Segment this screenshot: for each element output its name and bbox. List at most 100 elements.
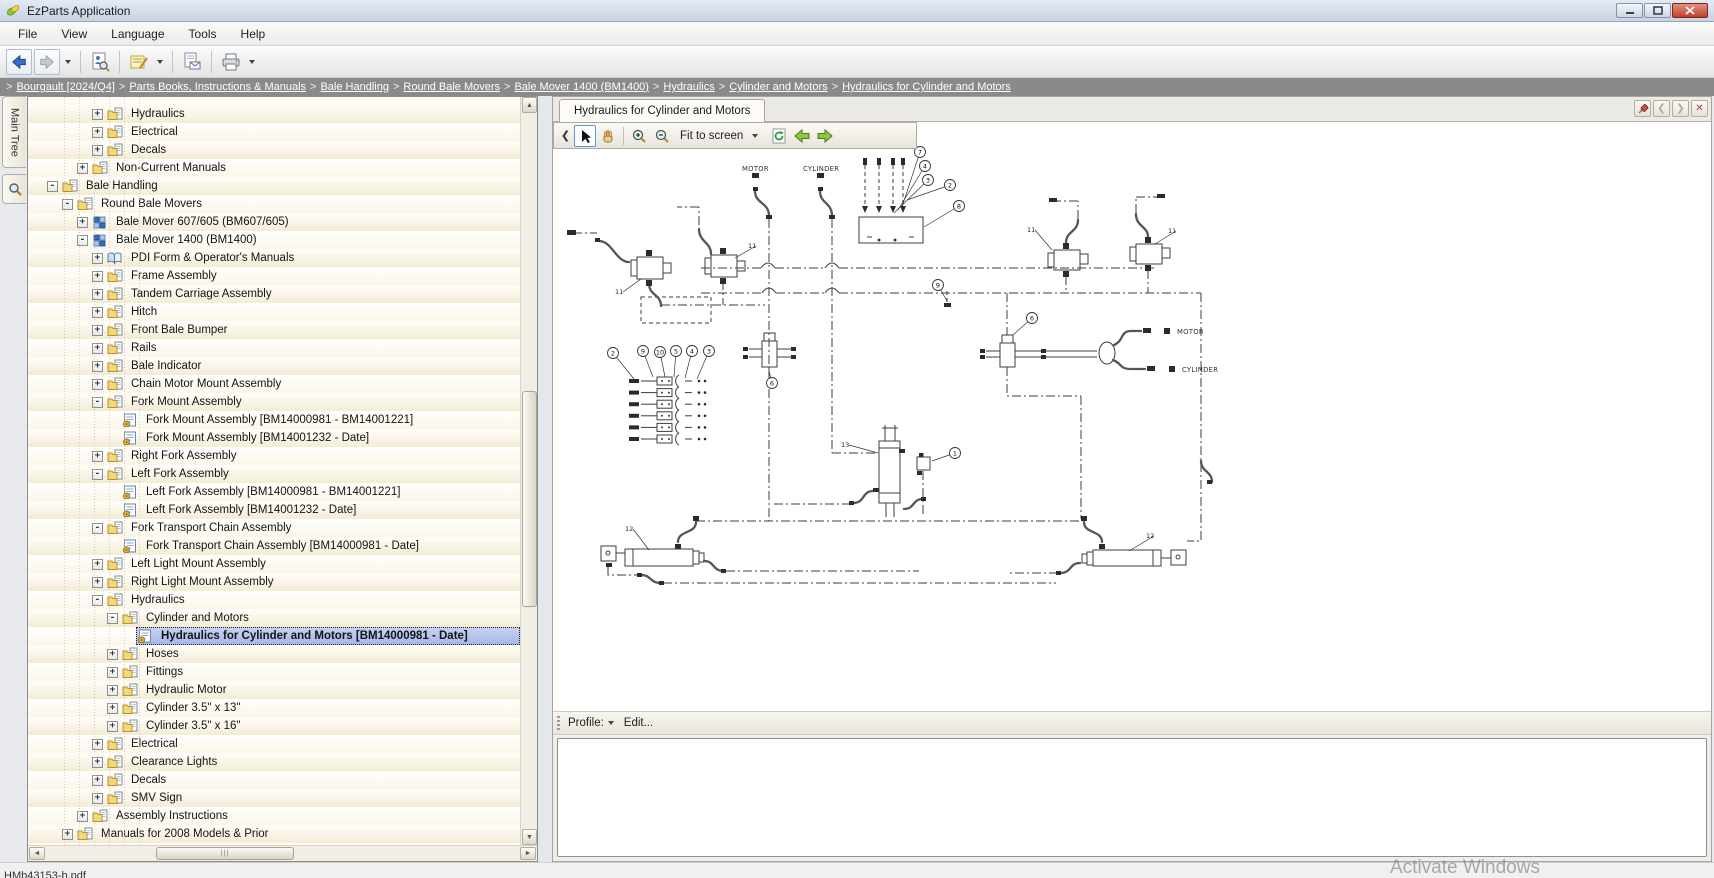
expand-icon[interactable]: + xyxy=(92,559,103,570)
expand-icon[interactable]: + xyxy=(92,289,103,300)
tree-row[interactable]: +Right Fork Assembly xyxy=(28,447,520,465)
tree-row[interactable]: +Clearance Lights xyxy=(28,753,520,771)
expand-icon[interactable]: + xyxy=(92,361,103,372)
profile-edit-button[interactable]: Edit... xyxy=(624,717,653,729)
back-button[interactable] xyxy=(6,49,32,75)
tree-row[interactable]: -Fork Transport Chain Assembly xyxy=(28,519,520,537)
history-dropdown-caret[interactable] xyxy=(65,60,71,64)
tree-item[interactable]: SMV Sign xyxy=(106,789,520,807)
breadcrumb-link[interactable]: Bale Handling xyxy=(320,81,389,93)
breadcrumb-link[interactable]: Bourgault [2024/Q4] xyxy=(16,81,114,93)
expand-icon[interactable]: + xyxy=(92,757,103,768)
tree-item[interactable]: Front Bale Bumper xyxy=(106,321,520,339)
breadcrumb-link[interactable]: Parts Books, Instructions & Manuals xyxy=(129,81,306,93)
tree-item[interactable]: Decals xyxy=(106,771,520,789)
collapse-icon[interactable]: - xyxy=(107,613,118,624)
tree-item[interactable]: Cylinder 3.5" x 16" xyxy=(121,717,520,735)
collapse-icon[interactable]: - xyxy=(92,469,103,480)
tree-item[interactable]: Hydraulics xyxy=(106,591,520,609)
tree-row[interactable]: -Cylinder and Motors xyxy=(28,609,520,627)
tree-row[interactable]: +Front Bale Bumper xyxy=(28,321,520,339)
menu-item-file[interactable]: File xyxy=(6,23,49,45)
zoom-out-button[interactable] xyxy=(651,125,673,147)
tree-item[interactable]: Left Fork Assembly [BM14000981 - BM14001… xyxy=(121,483,520,501)
notes-button[interactable] xyxy=(126,49,152,75)
tree-row[interactable]: +Hydraulic Motor xyxy=(28,681,520,699)
tree-row[interactable]: +Cylinder 3.5" x 16" xyxy=(28,717,520,735)
print-dropdown-caret[interactable] xyxy=(249,60,255,64)
tree-item[interactable]: Left Fork Assembly xyxy=(106,465,520,483)
tree-row[interactable]: Left Fork Assembly [BM14000981 - BM14001… xyxy=(28,483,520,501)
tree-item[interactable]: Electrical xyxy=(106,735,520,753)
tree-item[interactable]: Left Fork Assembly [BM14001232 - Date] xyxy=(121,501,520,519)
expand-icon[interactable]: + xyxy=(62,829,73,840)
collapse-icon[interactable]: - xyxy=(92,523,103,534)
breadcrumb-link[interactable]: Bale Mover 1400 (BM1400) xyxy=(514,81,649,93)
zoom-in-button[interactable] xyxy=(628,125,650,147)
tree-item[interactable]: Clearance Lights xyxy=(106,753,520,771)
expand-icon[interactable]: + xyxy=(107,685,118,696)
tree-row[interactable]: +Frame Assembly xyxy=(28,267,520,285)
close-tab-button[interactable]: ✕ xyxy=(1691,100,1708,117)
tree-item[interactable]: Fork Mount Assembly [BM14001232 - Date] xyxy=(121,429,520,447)
collapse-icon[interactable]: - xyxy=(62,199,73,210)
tree-row[interactable]: Fork Mount Assembly [BM14001232 - Date] xyxy=(28,429,520,447)
tree-item[interactable]: Bale Mover 607/605 (BM607/605) xyxy=(91,213,520,231)
breadcrumb-link[interactable]: Hydraulics for Cylinder and Motors xyxy=(842,81,1011,93)
close-button[interactable] xyxy=(1672,3,1708,18)
scroll-right-button[interactable]: ► xyxy=(520,847,536,860)
tree-item[interactable]: Hitch xyxy=(106,303,520,321)
vertical-scroll-thumb[interactable] xyxy=(522,391,537,607)
collapse-icon[interactable]: - xyxy=(77,235,88,246)
tree-row[interactable]: +Chain Motor Mount Assembly xyxy=(28,375,520,393)
viewer-tab[interactable]: Hydraulics for Cylinder and Motors xyxy=(559,99,765,122)
tab-main-tree[interactable]: Main Tree xyxy=(2,96,26,168)
tree-row[interactable]: Fork Mount Assembly [BM14000981 - BM1400… xyxy=(28,411,520,429)
menu-item-language[interactable]: Language xyxy=(99,23,176,45)
expand-icon[interactable]: + xyxy=(92,253,103,264)
menu-item-help[interactable]: Help xyxy=(229,23,278,45)
expand-icon[interactable]: + xyxy=(92,793,103,804)
menu-item-view[interactable]: View xyxy=(49,23,99,45)
part-search-button[interactable] xyxy=(87,49,113,75)
tree-row[interactable]: +Tandem Carriage Assembly xyxy=(28,285,520,303)
expand-icon[interactable]: + xyxy=(92,145,103,156)
export-button[interactable] xyxy=(179,49,205,75)
tree-row[interactable]: +Bale Mover 607/605 (BM607/605) xyxy=(28,213,520,231)
tree-item[interactable]: Fork Mount Assembly xyxy=(106,393,520,411)
tree-item[interactable]: Hoses xyxy=(121,645,520,663)
tree-item[interactable]: Non-Current Manuals xyxy=(91,159,520,177)
tree-row[interactable]: +Assembly Instructions xyxy=(28,807,520,825)
tree-item[interactable]: Right Fork Assembly xyxy=(106,447,520,465)
tree-row[interactable]: +PDI Form & Operator's Manuals xyxy=(28,249,520,267)
tree-item[interactable]: Hydraulic Motor xyxy=(121,681,520,699)
tree-item[interactable]: Chain Motor Mount Assembly xyxy=(106,375,520,393)
tree-row[interactable]: Left Fork Assembly [BM14001232 - Date] xyxy=(28,501,520,519)
next-tab-button[interactable]: ❯ xyxy=(1672,100,1689,117)
tree-item[interactable]: Rails xyxy=(106,339,520,357)
expand-icon[interactable]: + xyxy=(92,325,103,336)
zoom-mode-dropdown[interactable]: Fit to screen xyxy=(674,130,767,142)
toolbar-grip[interactable] xyxy=(557,716,560,730)
tree-row[interactable]: Fork Transport Chain Assembly [BM1400098… xyxy=(28,537,520,555)
tree-item[interactable]: Fork Transport Chain Assembly [BM1400098… xyxy=(121,537,520,555)
panel-splitter[interactable] xyxy=(538,96,552,862)
menu-item-tools[interactable]: Tools xyxy=(177,23,229,45)
pan-tool-button[interactable] xyxy=(597,125,619,147)
tree-row[interactable]: +Electrical xyxy=(28,735,520,753)
expand-icon[interactable]: + xyxy=(107,703,118,714)
tree-row[interactable]: +Decals xyxy=(28,141,520,159)
tab-search[interactable] xyxy=(2,174,26,204)
tree-item[interactable]: Bale Indicator xyxy=(106,357,520,375)
expand-icon[interactable]: + xyxy=(92,307,103,318)
prev-tab-button[interactable]: ❮ xyxy=(1653,100,1670,117)
tree-row[interactable]: +Bale Indicator xyxy=(28,357,520,375)
expand-icon[interactable]: + xyxy=(77,217,88,228)
tree-item[interactable]: Bale Handling xyxy=(61,177,520,195)
tree-row[interactable]: +Hydraulics xyxy=(28,105,520,123)
expand-icon[interactable]: + xyxy=(92,577,103,588)
tree-row[interactable]: +Cylinder 3.5" x 13" xyxy=(28,699,520,717)
tree-selected-item[interactable]: Hydraulics for Cylinder and Motors [BM14… xyxy=(136,627,520,645)
tree-row[interactable]: +Electrical xyxy=(28,123,520,141)
tree-row[interactable]: +SMV Sign xyxy=(28,789,520,807)
